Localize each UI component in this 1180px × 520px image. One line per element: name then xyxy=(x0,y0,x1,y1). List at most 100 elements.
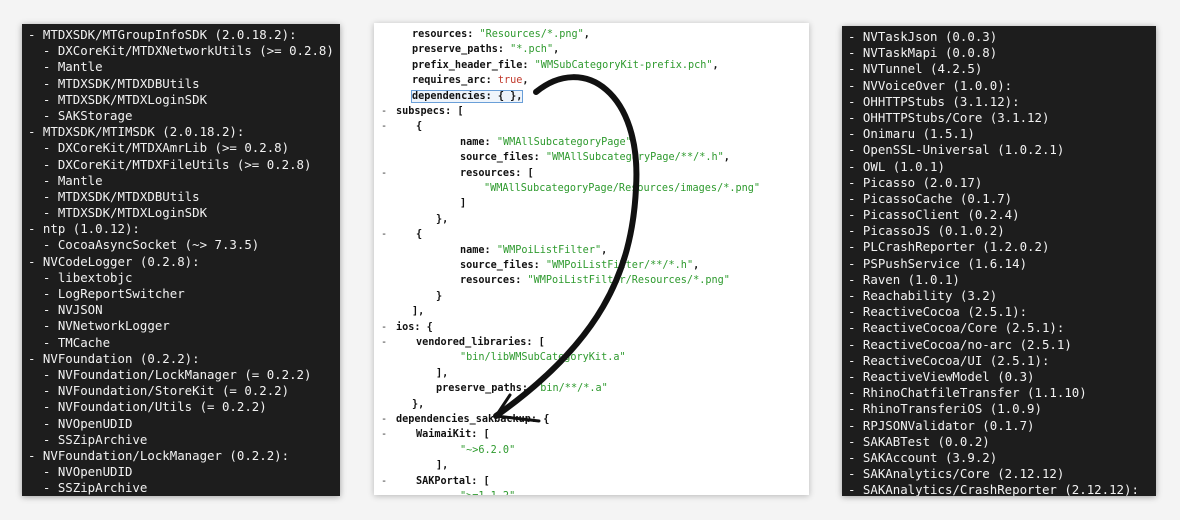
left-terminal-line: - DXCoreKit/MTDXNetworkUtils (>= 0.2.8) xyxy=(28,43,334,59)
code-text: ] xyxy=(460,196,466,211)
code-token: requires_arc: xyxy=(412,75,498,87)
right-terminal-line: - OWL (1.0.1) xyxy=(848,158,945,174)
left-terminal-line: - NVOpenUDID xyxy=(28,464,133,480)
code-token: name: xyxy=(460,244,497,256)
highlighted-token: dependencies: { }, xyxy=(410,89,524,103)
code-text: subspecs: [ xyxy=(396,104,463,119)
right-terminal-line: - SAKAnalytics/Core (2.12.12) xyxy=(848,466,1065,482)
right-terminal-line: - NVTaskJson (0.0.3) xyxy=(848,29,998,44)
fold-marker[interactable]: - xyxy=(381,320,387,335)
code-token: , xyxy=(583,29,590,40)
right-terminal-line: - NVVoiceOver (1.0.0): xyxy=(848,77,1013,93)
code-token: dependencies_sakbackup: { xyxy=(396,414,550,425)
code-text: ios: { xyxy=(396,320,433,335)
code-token: source_files: xyxy=(460,152,546,164)
code-token: preserve_paths: xyxy=(436,383,535,395)
code-token: , xyxy=(693,260,700,271)
fold-marker[interactable]: - xyxy=(381,166,387,181)
code-text: ], xyxy=(412,304,424,319)
code-token: resources: xyxy=(460,275,528,287)
string-token: "*.pch" xyxy=(510,44,554,56)
code-token: , xyxy=(601,244,608,256)
string-token: "bin/**/*.a" xyxy=(534,383,608,395)
left-terminal-line: - NVFoundation/LockManager (= 0.2.2) xyxy=(28,366,312,382)
code-token: source_files: xyxy=(460,260,546,271)
code-text: ], xyxy=(436,458,448,473)
right-terminal-line: - PLCrashReporter (1.2.0.2) xyxy=(848,239,1050,255)
left-terminal-line: - MTDXSDK/MTDXDBUtils xyxy=(28,75,200,91)
code-token: { xyxy=(416,229,423,241)
right-terminal-line: - ReactiveCocoa/UI (2.5.1): xyxy=(848,352,1050,368)
code-text: resources: "WMPoiListFilter/Resources/*.… xyxy=(460,273,730,288)
code-text: vendored_libraries: [ xyxy=(416,335,545,350)
fold-marker[interactable]: - xyxy=(381,335,387,350)
left-terminal-line: - NVOpenUDID xyxy=(28,415,133,431)
left-terminal-line: - SAKStorage xyxy=(28,107,133,123)
code-token: WaimaiKit: [ xyxy=(416,429,490,441)
string-token: "WMSubCategoryKit-prefix.pch" xyxy=(534,59,713,71)
code-text: ">=1.1.2" xyxy=(460,489,515,495)
code-token: }, xyxy=(412,398,425,410)
code-token: name: xyxy=(460,136,497,148)
code-editor-panel: resources: "Resources/*.png", preserve_pa… xyxy=(374,23,809,495)
right-terminal-line: - OHHTTPStubs/Core (3.1.12) xyxy=(848,109,1050,125)
left-terminal-line: - Mantle xyxy=(28,59,103,75)
code-token: , xyxy=(712,59,719,71)
code-text: "bin/libWMSubCategoryKit.a" xyxy=(460,350,626,365)
fold-marker[interactable]: - xyxy=(381,227,387,242)
string-token: "bin/libWMSubCategoryKit.a" xyxy=(460,352,626,364)
left-terminal-line: - DXCoreKit/MTDXAmrLib (>= 0.2.8) xyxy=(28,140,290,156)
code-token: prefix_header_file: xyxy=(412,59,535,71)
right-terminal-line: - RhinoTransferiOS (1.0.9) xyxy=(848,401,1042,417)
left-terminal-line: - ntp (1.0.12): xyxy=(28,221,140,237)
code-token: preserve_paths: xyxy=(412,44,511,56)
code-token: { xyxy=(416,121,423,133)
left-terminal-line: - CocoaAsyncSocket (~> 7.3.5) xyxy=(28,237,260,253)
left-terminal-line: - MTDXSDK/MTDXLoginSDK xyxy=(28,91,208,107)
string-token: "Resources/*.png" xyxy=(479,29,584,40)
right-terminal-line: - OHHTTPStubs (3.1.12): xyxy=(848,93,1020,109)
right-terminal-line: - ReactiveCocoa/Core (2.5.1): xyxy=(848,320,1065,336)
right-terminal-line: - Onimaru (1.5.1) xyxy=(848,126,975,142)
right-terminal-line: - ReactiveViewModel (0.3) xyxy=(848,368,1035,384)
right-terminal-line: - NVTunnel (4.2.5) xyxy=(848,61,983,77)
left-terminal-line: - NVFoundation/Utils (= 0.2.2) xyxy=(28,399,267,415)
string-token: "WMAllSubcategoryPage/**/*.h" xyxy=(545,152,724,164)
fold-marker[interactable]: - xyxy=(381,104,387,119)
left-terminal-line: - SSZipArchive xyxy=(28,431,148,447)
left-terminal-line: - MTDXSDK/MTDXDBUtils xyxy=(28,188,200,204)
left-terminal-line: - TMCache xyxy=(28,334,111,350)
code-token: resources: [ xyxy=(460,167,534,179)
code-text: name: "WMAllSubcategoryPage", xyxy=(460,135,638,150)
code-text: { xyxy=(416,119,422,134)
code-text: preserve_paths: "*.pch", xyxy=(412,42,559,57)
right-terminal-line: - SAKAnalytics/CrashReporter (2.12.12): xyxy=(848,482,1139,496)
right-terminal-line: - Raven (1.0.1) xyxy=(848,271,960,287)
right-terminal-line: - SAKABTest (0.0.2) xyxy=(848,433,990,449)
code-token: ], xyxy=(412,306,425,318)
fold-marker[interactable]: - xyxy=(381,412,387,427)
code-text: WaimaiKit: [ xyxy=(416,427,490,442)
code-text: source_files: "WMAllSubcategoryPage/**/*… xyxy=(460,150,730,165)
keyword-token: true xyxy=(497,75,523,87)
fold-marker[interactable]: - xyxy=(381,474,387,489)
left-terminal-line: - NVFoundation/LockManager (0.2.2): xyxy=(28,447,290,463)
right-terminal-line: - ReactiveCocoa/no-arc (2.5.1) xyxy=(848,336,1072,352)
code-text: dependencies: { }, xyxy=(410,89,524,104)
right-terminal-line: - NVTaskMapi (0.0.8) xyxy=(848,45,998,61)
code-token: } xyxy=(436,290,443,302)
left-terminal-line: - NVCodeLogger (0.2.8): xyxy=(28,253,200,269)
left-terminal-line: - SSZipArchive xyxy=(28,480,148,496)
left-terminal-line: - NVFoundation/StoreKit (= 0.2.2) xyxy=(28,383,290,399)
left-terminal-panel: - MTDXSDK/MTGroupInfoSDK (2.0.18.2): - D… xyxy=(22,24,340,496)
code-token: ios: { xyxy=(396,321,433,333)
code-token: vendored_libraries: [ xyxy=(416,337,545,348)
left-terminal-line: - NVNetworkLogger xyxy=(28,318,170,334)
right-terminal-line: - RPJSONValidator (0.1.7) xyxy=(848,417,1035,433)
left-terminal-line: - NVJSON xyxy=(28,302,103,318)
fold-marker[interactable]: - xyxy=(381,119,387,134)
fold-marker[interactable]: - xyxy=(381,427,387,442)
code-text: resources: [ xyxy=(460,166,534,181)
code-text: requires_arc: true, xyxy=(412,73,529,88)
left-terminal-line: - NVFoundation (0.2.2): xyxy=(28,350,200,366)
